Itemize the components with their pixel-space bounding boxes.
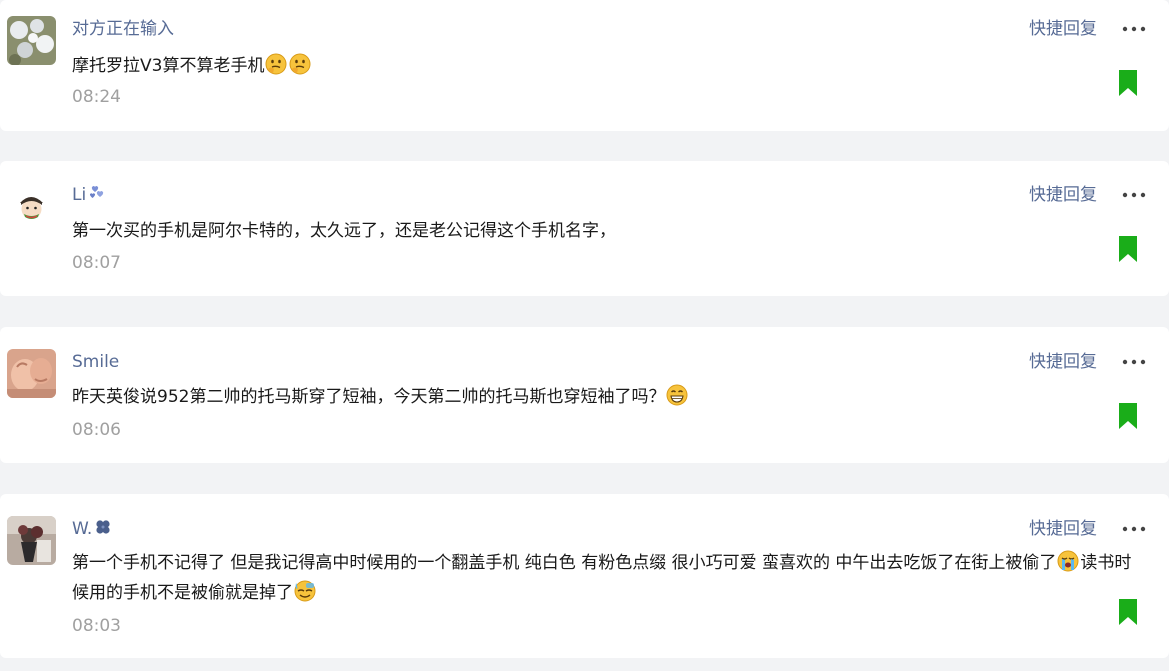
nickname[interactable]: 对方正在输入 [72,17,174,41]
comment-text: 第一个手机不记得了 但是我记得高中时候用的一个翻盖手机 纯白色 有粉色点缀 很小… [72,548,1147,608]
bookmark-icon[interactable] [1117,69,1139,97]
comment-feed: 对方正在输入 摩托罗拉V3算不算老手机 08:24 快捷回复 Li 第一次买的手 [0,0,1169,671]
bookmark-icon[interactable] [1117,402,1139,430]
more-dots-icon[interactable] [1118,349,1152,375]
sweat-face-emoji [294,580,316,602]
timestamp: 08:07 [72,253,121,273]
comment-card: Li 第一次买的手机是阿尔卡特的，太久远了，还是老公记得这个手机名字， 08:0… [0,161,1169,296]
avatar-flowers-image [7,16,56,65]
comment-text: 第一次买的手机是阿尔卡特的，太久远了，还是老公记得这个手机名字， [72,221,616,241]
avatar-bouquet-image [7,516,56,565]
crying-face-emoji [1057,550,1079,572]
bookmark-icon[interactable] [1117,235,1139,263]
nickname[interactable]: Smile [72,350,119,374]
avatar-baby-hand-image [7,349,56,398]
nickname[interactable]: W. [72,517,113,541]
avatar-cartoon-image [7,181,56,230]
clover-icon [96,520,110,534]
thinking-face-emoji [265,53,287,75]
quick-reply-button[interactable]: 快捷回复 [1029,183,1097,207]
comment-card: 对方正在输入 摩托罗拉V3算不算老手机 08:24 快捷回复 [0,0,1169,131]
quick-reply-button[interactable]: 快捷回复 [1029,517,1097,541]
comment-text: 昨天英俊说952第二帅的托马斯穿了短袖，今天第二帅的托马斯也穿短袖了吗？ [72,382,1147,412]
timestamp: 08:03 [72,616,121,636]
nickname[interactable]: Li [72,183,107,207]
more-dots-icon[interactable] [1118,16,1152,42]
comment-card: Smile 昨天英俊说952第二帅的托马斯穿了短袖，今天第二帅的托马斯也穿短袖了… [0,327,1169,463]
quick-reply-button[interactable]: 快捷回复 [1029,350,1097,374]
bookmark-icon[interactable] [1117,598,1139,626]
more-dots-icon[interactable] [1118,182,1152,208]
more-dots-icon[interactable] [1118,516,1152,542]
comment-card: W. 第一个手机不记得了 但是我记得高中时候用的一个翻盖手机 纯白色 有粉色点缀… [0,494,1169,658]
avatar[interactable] [7,516,56,565]
thinking-face-emoji [289,53,311,75]
comment-text: 摩托罗拉V3算不算老手机 [72,51,1147,81]
avatar[interactable] [7,16,56,65]
timestamp: 08:06 [72,420,121,440]
avatar[interactable] [7,349,56,398]
timestamp: 08:24 [72,87,121,107]
avatar[interactable] [7,181,56,230]
blue-hearts-icon [90,186,104,198]
quick-reply-button[interactable]: 快捷回复 [1029,17,1097,41]
grinning-face-emoji [666,384,688,406]
